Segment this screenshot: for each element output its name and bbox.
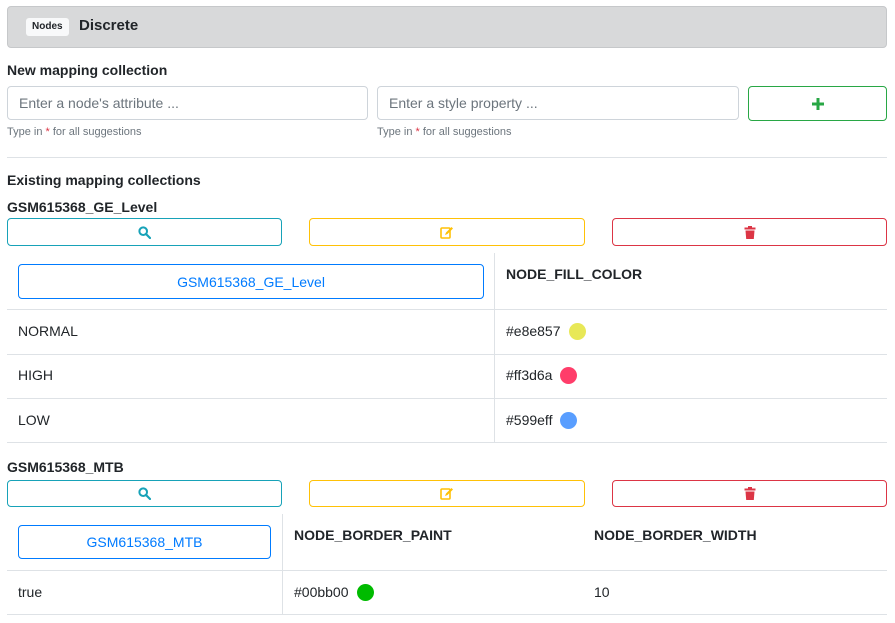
color-swatch: [356, 583, 374, 601]
color-value: #ff3d6a: [506, 367, 553, 383]
table-row-value: #599eff: [506, 411, 578, 430]
column-header: NODE_BORDER_WIDTH: [594, 527, 757, 543]
help-suffix: for all suggestions: [52, 126, 142, 138]
trash-icon: [744, 225, 755, 239]
row-divider: [7, 442, 887, 443]
row-divider: [7, 614, 887, 615]
color-value: #00bb00: [294, 584, 349, 600]
color-value: #e8e857: [506, 323, 561, 339]
column-divider: [494, 253, 495, 443]
table-row-key: NORMAL: [18, 323, 78, 339]
color-value: #599eff: [506, 412, 553, 428]
column-header: NODE_BORDER_PAINT: [294, 527, 452, 543]
row-divider: [7, 309, 887, 310]
color-swatch: [560, 411, 578, 429]
section-title: Discrete: [79, 17, 139, 34]
table-row-value: #ff3d6a: [506, 366, 578, 385]
edit-collection-button[interactable]: [309, 218, 585, 246]
section-header: Nodes Discrete: [7, 6, 887, 48]
color-swatch: [560, 366, 578, 384]
attribute-input[interactable]: [7, 86, 368, 120]
color-swatch: [568, 322, 586, 340]
existing-collections-label: Existing mapping collections: [7, 172, 201, 188]
column-header: NODE_FILL_COLOR: [506, 266, 643, 282]
search-icon: [138, 487, 151, 500]
table-row-key: LOW: [18, 412, 50, 428]
row-divider: [7, 398, 887, 399]
help-star: *: [45, 126, 50, 138]
edit-collection-button[interactable]: [309, 480, 585, 507]
style-property-input[interactable]: [377, 86, 739, 120]
delete-collection-button[interactable]: [612, 480, 887, 507]
view-collection-button[interactable]: [7, 480, 282, 507]
nodes-badge: Nodes: [26, 18, 69, 36]
new-collection-label: New mapping collection: [7, 62, 168, 78]
style-help: Type in * for all suggestions: [377, 125, 512, 139]
table-row-key: HIGH: [18, 367, 53, 383]
column-divider: [282, 514, 283, 614]
attribute-button[interactable]: GSM615368_GE_Level: [18, 264, 484, 299]
attribute-button[interactable]: GSM615368_MTB: [18, 525, 271, 559]
table-row-value: #e8e857: [506, 322, 586, 341]
view-collection-button[interactable]: [7, 218, 282, 246]
collection-name: GSM615368_MTB: [7, 459, 124, 475]
table-row-value: 10: [594, 584, 610, 600]
search-icon: [138, 225, 151, 239]
edit-icon: [440, 488, 453, 500]
plus-icon: [811, 97, 824, 110]
trash-icon: [744, 487, 755, 500]
help-prefix: Type in: [7, 126, 43, 138]
row-divider: [7, 354, 887, 355]
attribute-help: Type in * for all suggestions: [7, 125, 142, 139]
help-prefix: Type in: [377, 126, 413, 138]
collection-name: GSM615368_GE_Level: [7, 199, 158, 215]
help-star: *: [415, 126, 420, 138]
add-collection-button[interactable]: [748, 86, 887, 121]
help-suffix: for all suggestions: [422, 126, 512, 138]
section-divider: [7, 157, 887, 158]
delete-collection-button[interactable]: [612, 218, 887, 246]
edit-icon: [440, 226, 453, 239]
row-divider: [7, 570, 887, 571]
table-row-value: #00bb00: [294, 583, 374, 602]
table-row-key: true: [18, 584, 43, 600]
